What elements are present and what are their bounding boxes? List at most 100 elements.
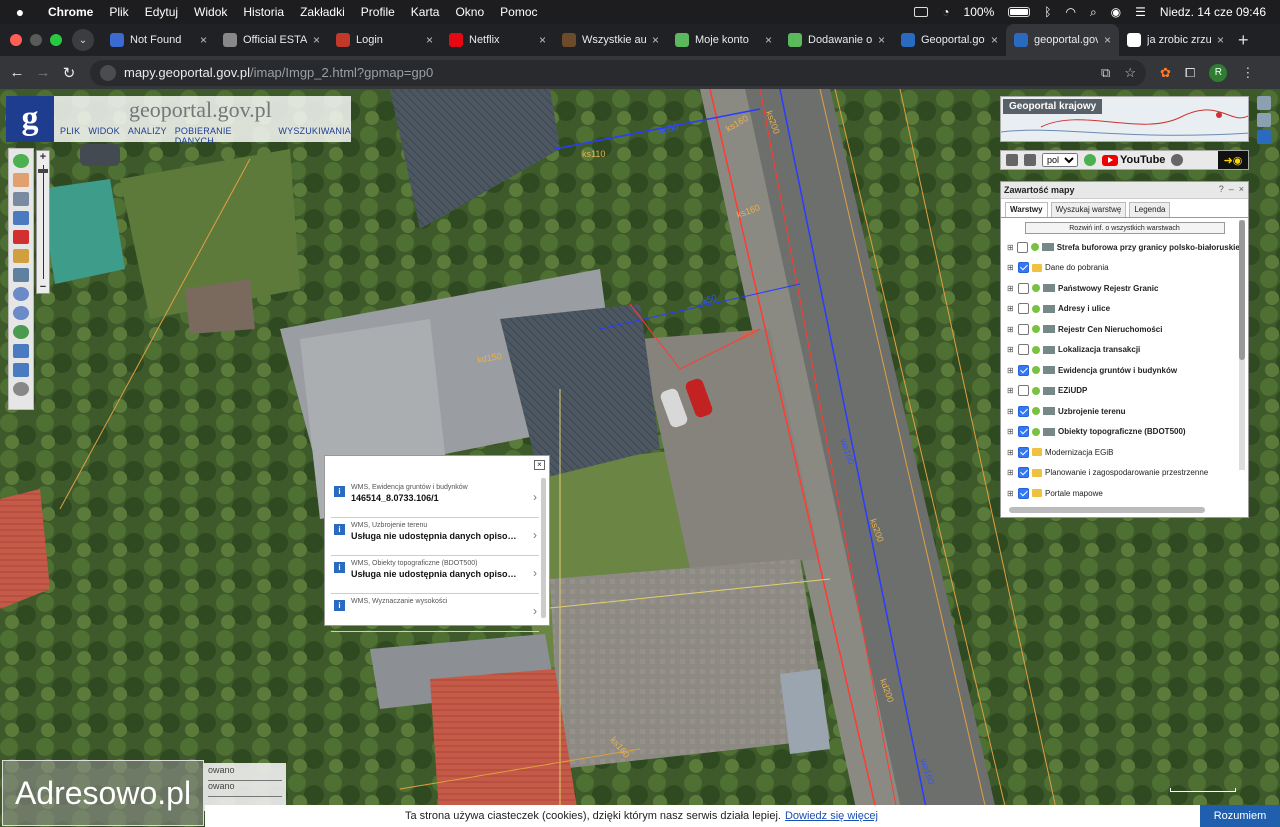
panel-close-button[interactable]: ×	[1239, 184, 1244, 194]
layer-checkbox[interactable]	[1018, 323, 1029, 335]
menu-analizy[interactable]: ANALIZY	[128, 126, 167, 146]
layer-row[interactable]: ⊞ Uzbrojenie terenu	[1001, 401, 1239, 422]
fullscreen-window-button[interactable]	[50, 34, 62, 46]
menu-item[interactable]: Plik	[101, 5, 136, 19]
expand-plus-icon[interactable]: ⊞	[1007, 427, 1015, 436]
reset-icon[interactable]	[13, 382, 29, 396]
tab-warstwy[interactable]: Warstwy	[1005, 202, 1048, 217]
zoom-minus-icon[interactable]: −	[37, 281, 49, 293]
layer-row[interactable]: ⊞ Dane do pobrania	[1001, 258, 1239, 279]
pencil-icon[interactable]	[13, 249, 29, 263]
display-icon[interactable]	[914, 7, 929, 17]
menu-widok[interactable]: WIDOK	[88, 126, 120, 146]
cookie-accept-button[interactable]: Rozumiem	[1200, 805, 1280, 827]
arrow-left-icon[interactable]	[13, 344, 29, 358]
cookie-learn-more-link[interactable]: Dowiedz się więcej	[785, 810, 878, 822]
browser-tab[interactable]: Login ×	[328, 24, 441, 56]
layer-row[interactable]: ⊞ Rejestr Cen Nieruchomości	[1001, 319, 1239, 340]
reload-icon[interactable]: ↻	[56, 64, 82, 82]
menu-item[interactable]: Pomoc	[492, 5, 545, 19]
expand-plus-icon[interactable]: ⊞	[1007, 386, 1015, 395]
layer-row[interactable]: ⊞ EZiUDP	[1001, 381, 1239, 402]
expand-plus-icon[interactable]: ⊞	[1007, 448, 1015, 457]
layer-checkbox[interactable]	[1018, 385, 1029, 397]
expand-plus-icon[interactable]: ⊞	[1007, 243, 1014, 252]
chevron-right-icon[interactable]: ›	[533, 490, 537, 504]
install-app-icon[interactable]: ⧉	[1101, 65, 1110, 81]
layer-list-scrollbar[interactable]	[1239, 220, 1245, 470]
expand-plus-icon[interactable]: ⊞	[1007, 468, 1015, 477]
minimize-window-button[interactable]	[30, 34, 42, 46]
tab-close-icon[interactable]: ×	[652, 33, 659, 47]
menu-item[interactable]: Edytuj	[137, 5, 186, 19]
expand-plus-icon[interactable]: ⊞	[1007, 407, 1015, 416]
chrome-menu-icon[interactable]: ⋮	[1241, 65, 1254, 81]
feature-info-item[interactable]: i WMS, Wyznaczanie wysokości ›	[331, 594, 539, 632]
xyz-icon[interactable]	[13, 268, 29, 282]
layer-checkbox[interactable]	[1018, 364, 1029, 376]
tab-close-icon[interactable]: ×	[765, 33, 772, 47]
popup-scrollbar[interactable]	[541, 478, 546, 618]
layer-checkbox[interactable]	[1016, 241, 1028, 253]
layer-row[interactable]: ⊞ Adresy i ulice	[1001, 299, 1239, 320]
zoom-slider[interactable]: + −	[36, 150, 50, 294]
browser-tab[interactable]: ja zrobic zrzut ×	[1119, 24, 1232, 56]
tab-close-icon[interactable]: ×	[1217, 33, 1224, 47]
feature-info-item[interactable]: i WMS, Uzbrojenie terenu Usługa nie udostę…	[331, 518, 539, 556]
browser-tab[interactable]: Wszystkie auk ×	[554, 24, 667, 56]
overview-map[interactable]: Geoportal krajowy	[1000, 96, 1249, 142]
layer-checkbox[interactable]	[1018, 344, 1029, 356]
menu-item[interactable]: Zakładki	[292, 5, 353, 19]
extensions-puzzle-icon[interactable]: ⧠	[1185, 65, 1195, 81]
language-select[interactable]: pol	[1042, 153, 1078, 167]
youtube-link[interactable]: YouTube	[1102, 154, 1165, 166]
control-center-icon[interactable]: ☰	[1135, 5, 1146, 19]
browser-tab[interactable]: Geoportal.gov ×	[893, 24, 1006, 56]
menu-item[interactable]: Widok	[186, 5, 235, 19]
visibility-eye-icon[interactable]	[1257, 130, 1271, 144]
layer-row[interactable]: ⊞ Ewidencja gruntów i budynków	[1001, 360, 1239, 381]
tab-close-icon[interactable]: ×	[539, 33, 546, 47]
datetime[interactable]: Niedz. 14 cze 09:46	[1160, 5, 1266, 19]
layer-row[interactable]: ⊞ Modernizacja EGiB	[1001, 442, 1239, 463]
select-icon[interactable]	[13, 211, 29, 225]
bookmark-star-icon[interactable]: ☆	[1124, 65, 1136, 81]
new-tab-plus-icon[interactable]: +	[1238, 30, 1249, 51]
clear-icon[interactable]	[13, 230, 29, 244]
tab-close-icon[interactable]: ×	[313, 33, 320, 47]
menu-plik[interactable]: PLIK	[60, 126, 80, 146]
expand-plus-icon[interactable]: ⊞	[1007, 366, 1015, 375]
zoom-out-icon[interactable]	[13, 306, 29, 320]
feature-info-item[interactable]: i WMS, Obiekty topograficzne (BDOT500) Usł…	[331, 556, 539, 594]
chevron-right-icon[interactable]: ›	[533, 604, 537, 618]
browser-tab[interactable]: Moje konto ×	[667, 24, 780, 56]
zoom-handle[interactable]	[38, 169, 48, 173]
expand-plus-icon[interactable]: ⊞	[1007, 325, 1015, 334]
layer-checkbox[interactable]	[1018, 282, 1029, 294]
search-icon[interactable]: ⌕	[1090, 5, 1097, 20]
menu-app-name[interactable]: Chrome	[40, 5, 101, 19]
browser-tab[interactable]: geoportal.gov ×	[1006, 24, 1119, 56]
menu-item[interactable]: Historia	[235, 5, 292, 19]
tab-close-icon[interactable]: ×	[200, 33, 207, 47]
close-window-button[interactable]	[10, 34, 22, 46]
layer-checkbox[interactable]	[1018, 426, 1029, 438]
zoom-plus-icon[interactable]: +	[37, 151, 49, 163]
browser-tab[interactable]: Not Found ×	[102, 24, 215, 56]
help-icon[interactable]	[1084, 154, 1096, 166]
zoom-in-icon[interactable]	[13, 287, 29, 301]
layer-checkbox[interactable]	[1018, 446, 1029, 458]
battery-icon[interactable]	[1008, 7, 1031, 17]
tab-legenda[interactable]: Legenda	[1129, 202, 1171, 217]
siri-icon[interactable]: ◉	[1111, 5, 1121, 19]
expand-plus-icon[interactable]: ⊞	[1007, 284, 1015, 293]
layer-checkbox[interactable]	[1018, 262, 1029, 274]
save-icon[interactable]	[1024, 154, 1036, 166]
expand-all-layers-button[interactable]: Rozwiń inf. o wszystkich warstwach	[1024, 222, 1225, 234]
back-arrow-icon[interactable]: ←	[4, 64, 30, 81]
pan-hand-icon[interactable]	[13, 173, 29, 187]
expand-plus-icon[interactable]: ⊞	[1007, 304, 1015, 313]
panel-minimize-button[interactable]: –	[1229, 184, 1234, 194]
layer-row[interactable]: ⊞ Lokalizacja transakcji	[1001, 340, 1239, 361]
menu-pobieranie-danych[interactable]: POBIERANIE DANYCH	[175, 126, 271, 146]
